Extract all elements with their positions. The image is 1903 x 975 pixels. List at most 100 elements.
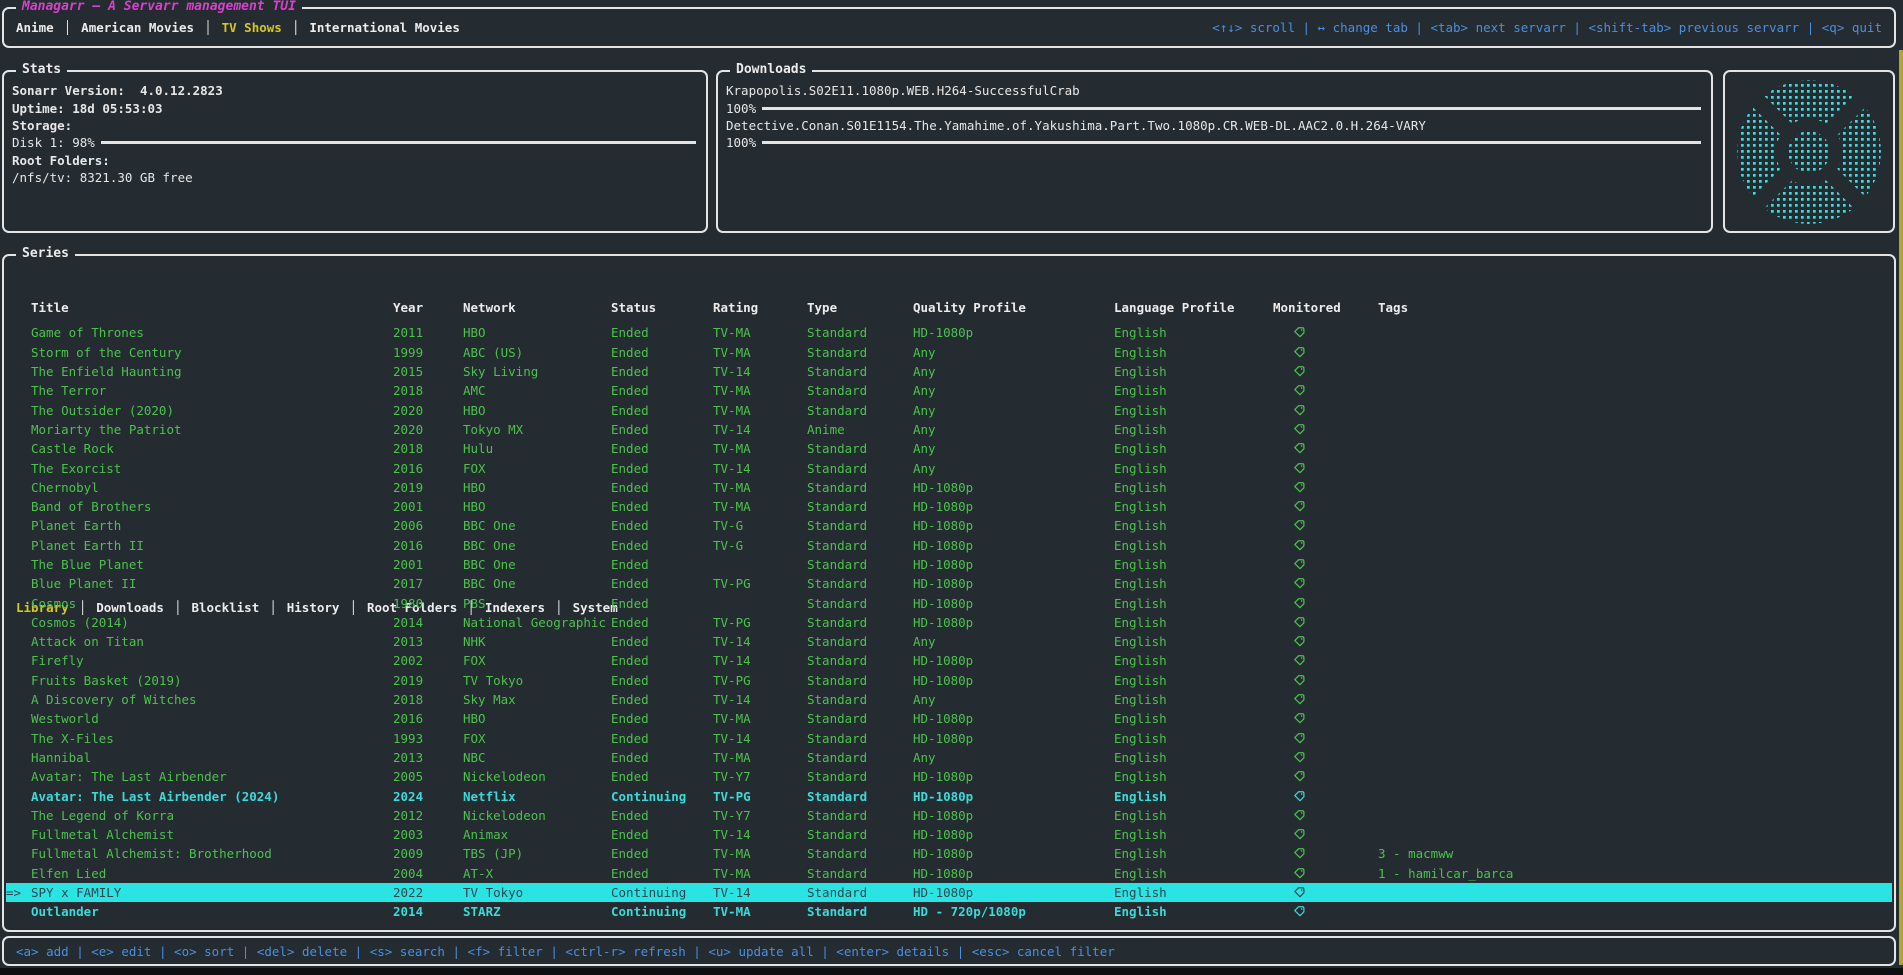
table-row[interactable]: Hannibal 2013 NBC Ended TV-MA Standard A…: [6, 748, 1892, 767]
table-row[interactable]: Outlander 2014 STARZ Continuing TV-MA St…: [6, 902, 1892, 921]
table-row[interactable]: Chernobyl 2019 HBO Ended TV-MA Standard …: [6, 478, 1892, 497]
table-row[interactable]: Planet Earth II 2016 BBC One Ended TV-G …: [6, 536, 1892, 555]
row-title: The X-Files: [31, 731, 393, 746]
row-year: 1999: [393, 345, 463, 360]
table-row[interactable]: Blue Planet II 2017 BBC One Ended TV-PG …: [6, 574, 1892, 593]
table-row[interactable]: The Outsider (2020) 2020 HBO Ended TV-MA…: [6, 400, 1892, 419]
row-title: Game of Thrones: [31, 325, 393, 340]
table-row[interactable]: The Terror 2018 AMC Ended TV-MA Standard…: [6, 381, 1892, 400]
servarr-tab[interactable]: TV Shows: [222, 20, 310, 35]
row-rating: TV-PG: [713, 576, 807, 591]
row-type: Standard: [807, 480, 913, 495]
row-language: English: [1114, 885, 1273, 900]
row-title: Cosmos (2014): [31, 615, 393, 630]
table-row[interactable]: Avatar: The Last Airbender 2005 Nickelod…: [6, 767, 1892, 786]
table-row[interactable]: Storm of the Century 1999 ABC (US) Ended…: [6, 343, 1892, 362]
row-quality: Any: [913, 403, 1114, 418]
row-status: Ended: [611, 731, 713, 746]
table-row[interactable]: => SPY x FAMILY 2022 TV Tokyo Continuing…: [6, 883, 1892, 902]
table-row[interactable]: Firefly 2002 FOX Ended TV-14 Standard HD…: [6, 651, 1892, 670]
row-type: Standard: [807, 615, 913, 630]
table-row[interactable]: The X-Files 1993 FOX Ended TV-14 Standar…: [6, 729, 1892, 748]
row-network: AMC: [463, 383, 611, 398]
row-rating: TV-14: [713, 731, 807, 746]
tag-icon: [1293, 558, 1306, 571]
table-row[interactable]: Cosmos 1980 PBS Ended Standard HD-1080p …: [6, 593, 1892, 612]
servarr-tab[interactable]: American Movies: [81, 20, 221, 35]
table-row[interactable]: Westworld 2016 HBO Ended TV-MA Standard …: [6, 709, 1892, 728]
row-type: Standard: [807, 827, 913, 842]
col-status: Status: [611, 300, 713, 315]
uptime-value: 18d 05:53:03: [72, 101, 162, 116]
table-row[interactable]: Castle Rock 2018 Hulu Ended TV-MA Standa…: [6, 439, 1892, 458]
row-network: FOX: [463, 731, 611, 746]
row-year: 2018: [393, 441, 463, 456]
row-type: Standard: [807, 634, 913, 649]
col-year: Year: [393, 300, 463, 315]
managarr-logo-icon: [1725, 72, 1893, 231]
row-year: 2002: [393, 653, 463, 668]
table-row[interactable]: A Discovery of Witches 2018 Sky Max Ende…: [6, 690, 1892, 709]
table-row[interactable]: The Exorcist 2016 FOX Ended TV-14 Standa…: [6, 458, 1892, 477]
table-row[interactable]: Band of Brothers 2001 HBO Ended TV-MA St…: [6, 497, 1892, 516]
row-language: English: [1114, 615, 1273, 630]
row-network: HBO: [463, 711, 611, 726]
row-type: Standard: [807, 596, 913, 611]
row-type: Standard: [807, 885, 913, 900]
row-year: 2018: [393, 692, 463, 707]
header-keybinds: <↑↓> scroll | ↔ change tab | <tab> next …: [1212, 9, 1882, 46]
download-item: Detective.Conan.S01E1154.The.Yamahime.of…: [726, 117, 1703, 152]
row-monitored: [1273, 539, 1378, 552]
downloads-list: Krapopolis.S02E11.1080p.WEB.H264-Success…: [726, 82, 1703, 152]
row-rating: TV-Y7: [713, 769, 807, 784]
row-year: 2001: [393, 557, 463, 572]
table-row[interactable]: Moriarty the Patriot 2020 Tokyo MX Ended…: [6, 420, 1892, 439]
table-row[interactable]: The Blue Planet 2001 BBC One Ended Stand…: [6, 555, 1892, 574]
table-row[interactable]: Game of Thrones 2011 HBO Ended TV-MA Sta…: [6, 323, 1892, 342]
row-quality: Any: [913, 634, 1114, 649]
col-tags: Tags: [1378, 300, 1892, 315]
row-quality: HD-1080p: [913, 615, 1114, 630]
table-row[interactable]: Elfen Lied 2004 AT-X Ended TV-MA Standar…: [6, 864, 1892, 883]
row-monitored: [1273, 790, 1378, 803]
tag-icon: [1293, 732, 1306, 745]
row-type: Standard: [807, 846, 913, 861]
row-monitored: [1273, 404, 1378, 417]
row-status: Ended: [611, 711, 713, 726]
row-selection-prefix: =>: [6, 885, 31, 900]
table-row[interactable]: Fullmetal Alchemist 2003 Animax Ended TV…: [6, 825, 1892, 844]
row-quality: HD-1080p: [913, 711, 1114, 726]
row-year: 2016: [393, 538, 463, 553]
tag-icon: [1293, 539, 1306, 552]
row-rating: TV-MA: [713, 480, 807, 495]
table-row[interactable]: Fullmetal Alchemist: Brotherhood 2009 TB…: [6, 844, 1892, 863]
row-year: 2024: [393, 789, 463, 804]
row-quality: Any: [913, 383, 1114, 398]
row-quality: HD-1080p: [913, 827, 1114, 842]
tag-icon: [1293, 770, 1306, 783]
row-type: Standard: [807, 461, 913, 476]
table-row[interactable]: The Enfield Haunting 2015 Sky Living End…: [6, 362, 1892, 381]
table-row[interactable]: Attack on Titan 2013 NHK Ended TV-14 Sta…: [6, 632, 1892, 651]
row-rating: TV-MA: [713, 383, 807, 398]
row-language: English: [1114, 653, 1273, 668]
tag-icon: [1293, 384, 1306, 397]
row-language: English: [1114, 731, 1273, 746]
tag-icon: [1293, 751, 1306, 764]
table-row[interactable]: The Legend of Korra 2012 Nickelodeon End…: [6, 806, 1892, 825]
table-row[interactable]: Fruits Basket (2019) 2019 TV Tokyo Ended…: [6, 671, 1892, 690]
row-monitored: [1273, 423, 1378, 436]
right-edge-scrollbar[interactable]: [1899, 50, 1903, 965]
row-year: 2018: [393, 383, 463, 398]
row-status: Continuing: [611, 885, 713, 900]
servarr-tab-bar: AnimeAmerican MoviesTV ShowsInternationa…: [16, 9, 460, 46]
servarr-tab[interactable]: International Movies: [309, 20, 460, 35]
table-row[interactable]: Avatar: The Last Airbender (2024) 2024 N…: [6, 786, 1892, 805]
table-row[interactable]: Planet Earth 2006 BBC One Ended TV-G Sta…: [6, 516, 1892, 535]
row-rating: TV-14: [713, 422, 807, 437]
series-panel: Series LibraryDownloadsBlocklistHistoryR…: [2, 254, 1896, 932]
table-row[interactable]: Cosmos (2014) 2014 National Geographic E…: [6, 613, 1892, 632]
row-quality: Any: [913, 750, 1114, 765]
servarr-tab[interactable]: Anime: [16, 20, 81, 35]
sonarr-version-line: Sonarr Version: 4.0.12.2823: [12, 82, 698, 99]
